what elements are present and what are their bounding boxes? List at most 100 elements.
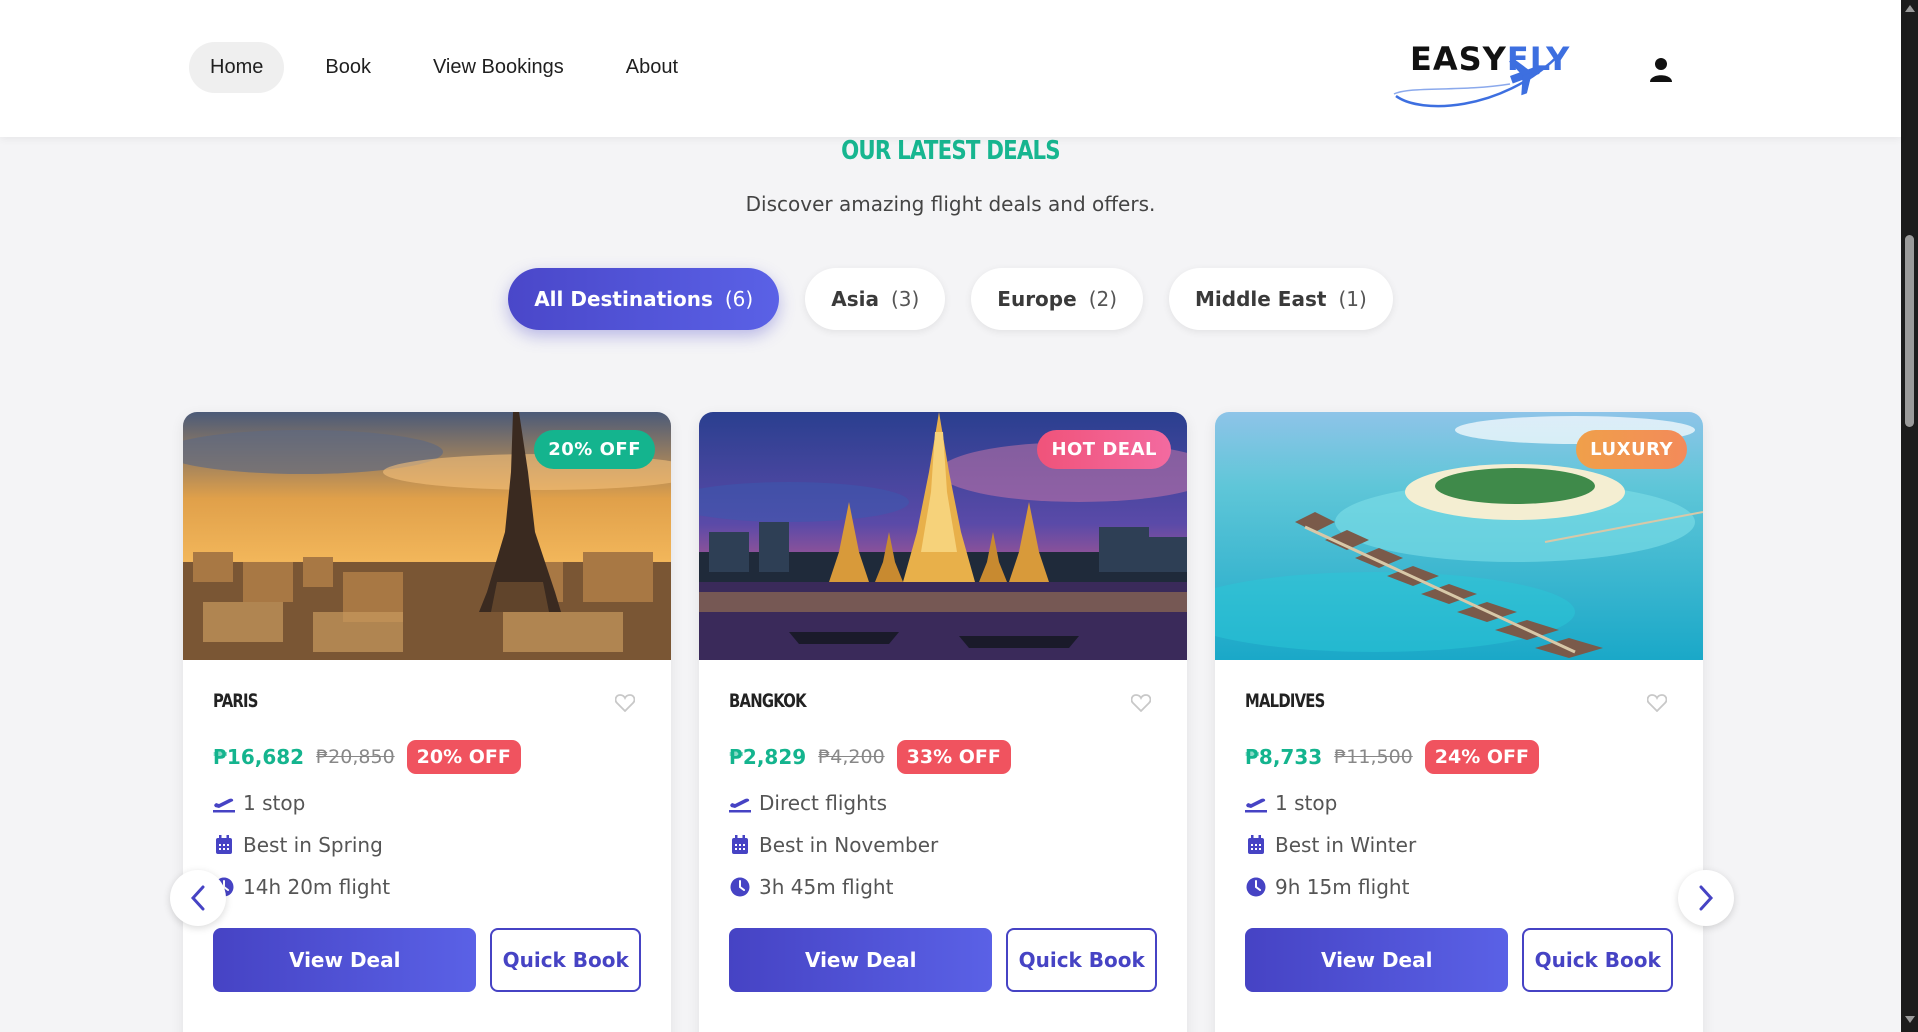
duration-text: 3h 45m flight — [759, 875, 894, 899]
card-badge: 20% OFF — [534, 430, 655, 469]
original-price: ₱4,200 — [818, 746, 885, 768]
quick-book-button[interactable]: Quick Book — [490, 928, 641, 992]
price-row: ₱8,733 ₱11,500 24% OFF — [1245, 740, 1673, 774]
duration-text: 9h 15m flight — [1275, 875, 1410, 899]
easyfly-logo[interactable]: EASYFLY — [1390, 34, 1570, 114]
deal-card-maldives[interactable]: LUXURY MALDIVES ₱8,733 ₱11,500 24% OFF 1… — [1215, 412, 1703, 1032]
quick-book-button[interactable]: Quick Book — [1522, 928, 1673, 992]
chevron-right-icon — [1699, 885, 1714, 911]
card-body: PARIS ₱16,682 ₱20,850 20% OFF 1 stop Bes… — [183, 660, 671, 992]
card-actions: View Deal Quick Book — [213, 928, 641, 992]
filter-all-destinations[interactable]: All Destinations (6) — [508, 268, 780, 330]
stops-row: Direct flights — [729, 790, 1157, 816]
user-icon[interactable] — [1648, 56, 1674, 82]
original-price: ₱20,850 — [316, 746, 395, 768]
nav-book[interactable]: Book — [304, 42, 392, 93]
logo-text-easy: EASY — [1410, 40, 1507, 78]
filter-middle-east[interactable]: Middle East (1) — [1169, 268, 1393, 330]
calendar-icon — [729, 834, 751, 856]
paris-image: 20% OFF — [183, 412, 671, 660]
maldives-image: LUXURY — [1215, 412, 1703, 660]
filter-label: Europe — [997, 287, 1077, 311]
destination-filters: All Destinations (6) Asia (3) Europe (2)… — [0, 268, 1901, 330]
heart-icon[interactable] — [1131, 694, 1151, 712]
deal-card-paris[interactable]: 20% OFF PARIS ₱16,682 ₱20,850 20% OFF 1 … — [183, 412, 671, 1032]
stops-text: Direct flights — [759, 791, 888, 815]
heart-icon[interactable] — [615, 694, 635, 712]
destination-name: PARIS — [213, 690, 258, 712]
quick-book-button[interactable]: Quick Book — [1006, 928, 1157, 992]
filter-europe[interactable]: Europe (2) — [971, 268, 1144, 330]
nav-view-bookings[interactable]: View Bookings — [412, 42, 585, 93]
destination-name: BANGKOK — [729, 690, 807, 712]
calendar-icon — [213, 834, 235, 856]
nav-links: Home Book View Bookings About — [189, 42, 699, 93]
logo-text-fly: FLY — [1506, 40, 1571, 78]
view-deal-button[interactable]: View Deal — [1245, 928, 1509, 992]
season-text: Best in Winter — [1275, 833, 1417, 857]
scroll-up-icon[interactable] — [1905, 5, 1915, 12]
chevron-left-icon — [190, 885, 205, 911]
deal-card-bangkok[interactable]: HOT DEAL BANGKOK ₱2,829 ₱4,200 33% OFF D… — [699, 412, 1187, 1032]
filter-count: (1) — [1338, 287, 1367, 311]
section-subtitle: Discover amazing flight deals and offers… — [745, 192, 1156, 216]
deal-price: ₱16,682 — [213, 745, 305, 769]
card-body: BANGKOK ₱2,829 ₱4,200 33% OFF Direct fli… — [699, 660, 1187, 992]
deal-price: ₱2,829 — [729, 745, 807, 769]
duration-text: 14h 20m flight — [243, 875, 391, 899]
scroll-down-icon[interactable] — [1905, 1016, 1915, 1023]
calendar-icon — [1245, 834, 1267, 856]
season-row: Best in Winter — [1245, 832, 1673, 858]
price-row: ₱2,829 ₱4,200 33% OFF — [729, 740, 1157, 774]
page-scrollbar[interactable] — [1901, 0, 1918, 1032]
duration-row: 9h 15m flight — [1245, 874, 1673, 900]
filter-label: All Destinations — [534, 287, 713, 311]
destination-name: MALDIVES — [1245, 690, 1325, 712]
season-text: Best in November — [759, 833, 939, 857]
duration-row: 14h 20m flight — [213, 874, 641, 900]
plane-departure-icon — [729, 792, 751, 814]
logo-text: EASYFLY — [1410, 40, 1570, 78]
bangkok-image: HOT DEAL — [699, 412, 1187, 660]
clock-icon — [729, 876, 751, 898]
deal-price: ₱8,733 — [1245, 745, 1323, 769]
stops-row: 1 stop — [213, 790, 641, 816]
original-price: ₱11,500 — [1334, 746, 1413, 768]
nav-about[interactable]: About — [605, 42, 699, 93]
view-deal-button[interactable]: View Deal — [213, 928, 477, 992]
filter-count: (6) — [724, 287, 754, 311]
stops-text: 1 stop — [243, 791, 306, 815]
card-body: MALDIVES ₱8,733 ₱11,500 24% OFF 1 stop B… — [1215, 660, 1703, 992]
season-row: Best in November — [729, 832, 1157, 858]
filter-count: (2) — [1088, 287, 1118, 311]
filter-label: Middle East — [1195, 287, 1327, 311]
season-text: Best in Spring — [243, 833, 383, 857]
card-badge: LUXURY — [1576, 430, 1687, 469]
stops-row: 1 stop — [1245, 790, 1673, 816]
heart-icon[interactable] — [1647, 694, 1667, 712]
carousel-prev-button[interactable] — [170, 870, 226, 926]
discount-badge: 24% OFF — [1424, 740, 1539, 774]
season-row: Best in Spring — [213, 832, 641, 858]
stops-text: 1 stop — [1275, 791, 1338, 815]
discount-badge: 20% OFF — [406, 740, 521, 774]
duration-row: 3h 45m flight — [729, 874, 1157, 900]
filter-count: (3) — [890, 287, 920, 311]
scroll-thumb[interactable] — [1905, 235, 1914, 427]
nav-home[interactable]: Home — [189, 42, 285, 93]
plane-departure-icon — [1245, 792, 1267, 814]
card-actions: View Deal Quick Book — [1245, 928, 1673, 992]
discount-badge: 33% OFF — [896, 740, 1011, 774]
card-badge: HOT DEAL — [1037, 430, 1171, 469]
deal-cards: 20% OFF PARIS ₱16,682 ₱20,850 20% OFF 1 … — [183, 412, 1703, 1032]
section-title: OUR LATEST DEALS — [841, 136, 1061, 166]
filter-label: Asia — [831, 287, 879, 311]
plane-departure-icon — [213, 792, 235, 814]
carousel-next-button[interactable] — [1678, 870, 1734, 926]
view-deal-button[interactable]: View Deal — [729, 928, 993, 992]
filter-asia[interactable]: Asia (3) — [805, 268, 946, 330]
card-actions: View Deal Quick Book — [729, 928, 1157, 992]
clock-icon — [1245, 876, 1267, 898]
navbar: Home Book View Bookings About EASYFLY — [0, 0, 1901, 137]
price-row: ₱16,682 ₱20,850 20% OFF — [213, 740, 641, 774]
